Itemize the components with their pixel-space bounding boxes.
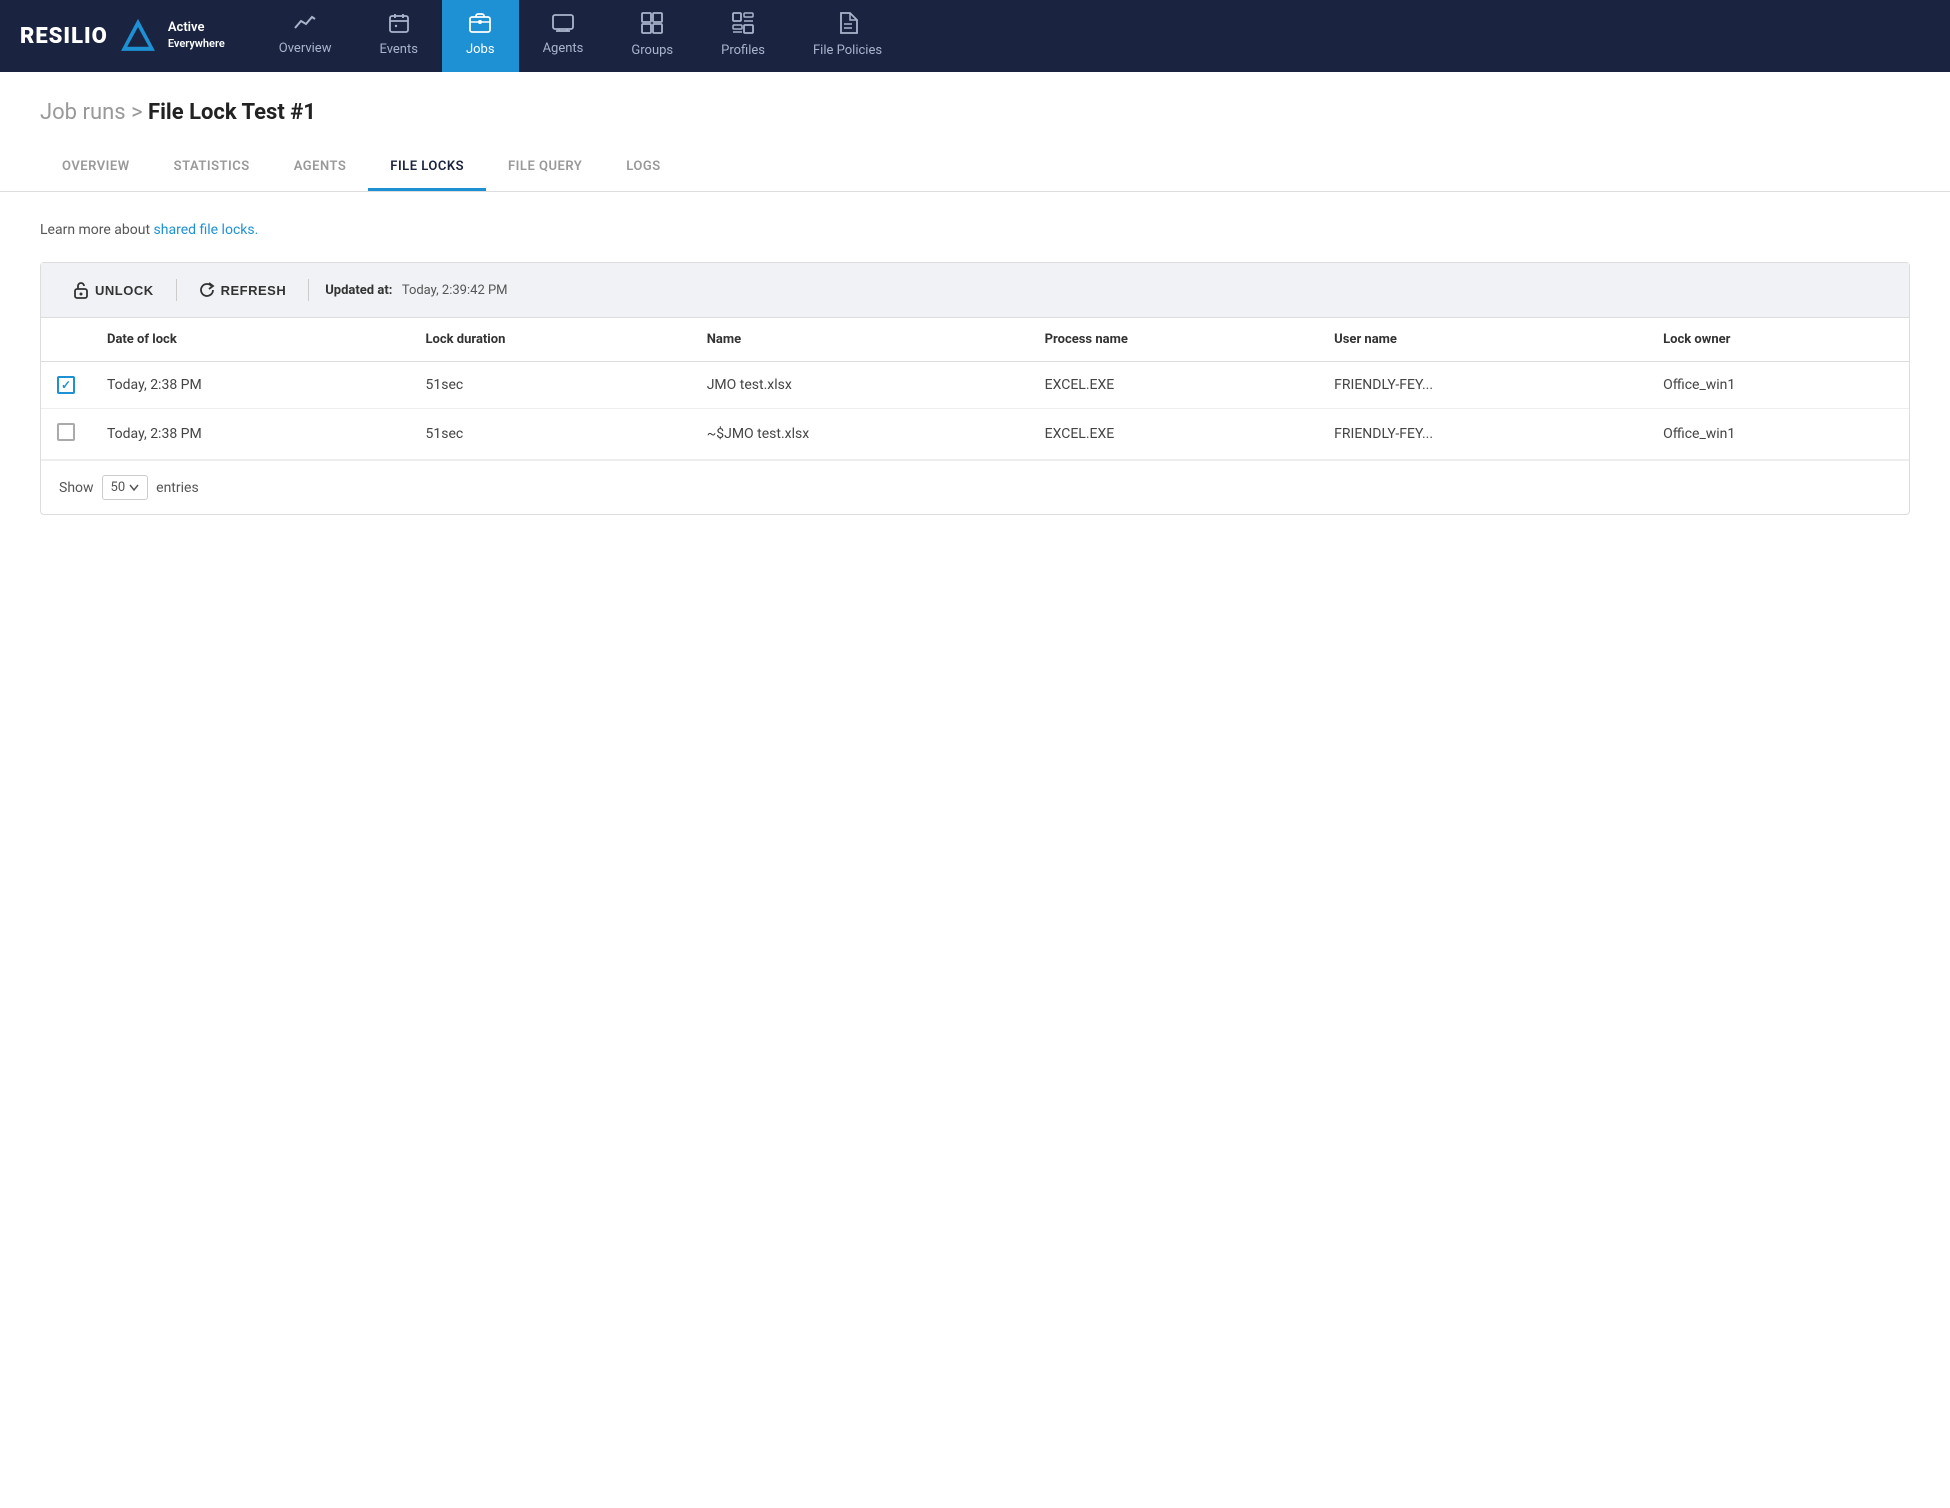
nav-label-profiles: Profiles bbox=[721, 43, 765, 58]
unlock-icon bbox=[73, 281, 89, 299]
row2-date: Today, 2:38 PM bbox=[91, 409, 409, 460]
row1-checkbox-cell bbox=[41, 362, 91, 409]
nav-item-events[interactable]: Events bbox=[355, 0, 441, 72]
per-page-select[interactable]: 50 bbox=[102, 475, 149, 500]
chevron-down-icon bbox=[129, 484, 139, 491]
toolbar-separator-2 bbox=[308, 279, 309, 301]
nav-label-events: Events bbox=[379, 42, 417, 57]
col-checkbox bbox=[41, 318, 91, 362]
refresh-icon bbox=[199, 282, 215, 298]
nav-label-groups: Groups bbox=[631, 43, 673, 58]
tab-agents[interactable]: AGENTS bbox=[272, 145, 369, 191]
nav-label-jobs: Jobs bbox=[466, 42, 495, 57]
tab-file-query[interactable]: FILE QUERY bbox=[486, 145, 604, 191]
entries-label: entries bbox=[156, 480, 199, 496]
row1-owner: Office_win1 bbox=[1647, 362, 1909, 409]
unlock-button[interactable]: UNLOCK bbox=[59, 275, 168, 305]
table-row: Today, 2:38 PM 51sec JMO test.xlsx EXCEL… bbox=[41, 362, 1909, 409]
groups-icon bbox=[641, 12, 663, 39]
nav-item-agents[interactable]: Agents bbox=[519, 0, 608, 72]
info-line: Learn more about shared file locks. bbox=[40, 222, 1910, 238]
logo-icon bbox=[120, 18, 156, 54]
jobs-icon bbox=[469, 13, 491, 38]
table-header: Date of lock Lock duration Name Process … bbox=[41, 318, 1909, 362]
nav-item-file-policies[interactable]: File Policies bbox=[789, 0, 906, 72]
table-row: Today, 2:38 PM 51sec ~$JMO test.xlsx EXC… bbox=[41, 409, 1909, 460]
nav-item-jobs[interactable]: Jobs bbox=[442, 0, 519, 72]
toolbar-updated: Updated at: Today, 2:39:42 PM bbox=[325, 283, 507, 298]
main-panel: Learn more about shared file locks. UNLO… bbox=[0, 192, 1950, 545]
row2-owner: Office_win1 bbox=[1647, 409, 1909, 460]
page-content: Job runs > File Lock Test #1 OVERVIEW ST… bbox=[0, 72, 1950, 1508]
toolbar: UNLOCK REFRESH Updated at: Today, 2:39:4… bbox=[41, 263, 1909, 318]
brand-tag: Active Everywhere bbox=[168, 20, 225, 51]
col-process-name: Process name bbox=[1029, 318, 1319, 362]
row1-process: EXCEL.EXE bbox=[1029, 362, 1319, 409]
breadcrumb-separator: > bbox=[131, 100, 148, 125]
file-policies-icon bbox=[838, 12, 858, 39]
events-icon bbox=[389, 13, 409, 38]
show-label: Show bbox=[59, 480, 94, 496]
table-card: UNLOCK REFRESH Updated at: Today, 2:39:4… bbox=[40, 262, 1910, 515]
col-name: Name bbox=[691, 318, 1029, 362]
col-lock-owner: Lock owner bbox=[1647, 318, 1909, 362]
breadcrumb-area: Job runs > File Lock Test #1 bbox=[0, 72, 1950, 145]
row2-checkbox[interactable] bbox=[57, 423, 75, 441]
row2-checkbox-cell bbox=[41, 409, 91, 460]
top-navigation: RESILIO Active Everywhere Overview Event… bbox=[0, 0, 1950, 72]
agents-icon bbox=[552, 14, 574, 37]
col-user-name: User name bbox=[1318, 318, 1647, 362]
logo-text: RESILIO bbox=[20, 24, 108, 49]
row2-duration: 51sec bbox=[409, 409, 690, 460]
row2-name: ~$JMO test.xlsx bbox=[691, 409, 1029, 460]
col-lock-duration: Lock duration bbox=[409, 318, 690, 362]
row2-process: EXCEL.EXE bbox=[1029, 409, 1319, 460]
breadcrumb: Job runs > File Lock Test #1 bbox=[40, 100, 1910, 125]
row2-user: FRIENDLY-FEY... bbox=[1318, 409, 1647, 460]
overview-icon bbox=[294, 14, 316, 37]
tab-logs[interactable]: LOGS bbox=[604, 145, 682, 191]
row1-duration: 51sec bbox=[409, 362, 690, 409]
toolbar-updated-value: Today, 2:39:42 PM bbox=[402, 283, 508, 298]
profiles-icon bbox=[732, 12, 754, 39]
sub-tabs: OVERVIEW STATISTICS AGENTS FILE LOCKS FI… bbox=[0, 145, 1950, 192]
nav-items: Overview Events Jobs Agents bbox=[255, 0, 906, 72]
nav-item-overview[interactable]: Overview bbox=[255, 0, 356, 72]
col-date-of-lock: Date of lock bbox=[91, 318, 409, 362]
tab-file-locks[interactable]: FILE LOCKS bbox=[368, 145, 486, 191]
table-body: Today, 2:38 PM 51sec JMO test.xlsx EXCEL… bbox=[41, 362, 1909, 460]
logo-area: RESILIO Active Everywhere bbox=[20, 18, 225, 54]
shared-file-locks-link[interactable]: shared file locks. bbox=[154, 222, 259, 238]
toolbar-separator-1 bbox=[176, 279, 177, 301]
table-footer: Show 50 entries bbox=[41, 460, 1909, 514]
row1-user: FRIENDLY-FEY... bbox=[1318, 362, 1647, 409]
nav-label-file-policies: File Policies bbox=[813, 43, 882, 58]
nav-label-agents: Agents bbox=[543, 41, 584, 56]
nav-label-overview: Overview bbox=[279, 41, 332, 56]
tab-overview[interactable]: OVERVIEW bbox=[40, 145, 152, 191]
tab-statistics[interactable]: STATISTICS bbox=[152, 145, 272, 191]
row1-date: Today, 2:38 PM bbox=[91, 362, 409, 409]
breadcrumb-parent[interactable]: Job runs bbox=[40, 100, 126, 125]
per-page-value: 50 bbox=[111, 480, 126, 495]
refresh-button[interactable]: REFRESH bbox=[185, 276, 301, 304]
row1-checkbox[interactable] bbox=[57, 376, 75, 394]
nav-item-profiles[interactable]: Profiles bbox=[697, 0, 789, 72]
row1-name: JMO test.xlsx bbox=[691, 362, 1029, 409]
breadcrumb-current: File Lock Test #1 bbox=[148, 100, 316, 125]
nav-item-groups[interactable]: Groups bbox=[607, 0, 697, 72]
file-locks-table: Date of lock Lock duration Name Process … bbox=[41, 318, 1909, 460]
